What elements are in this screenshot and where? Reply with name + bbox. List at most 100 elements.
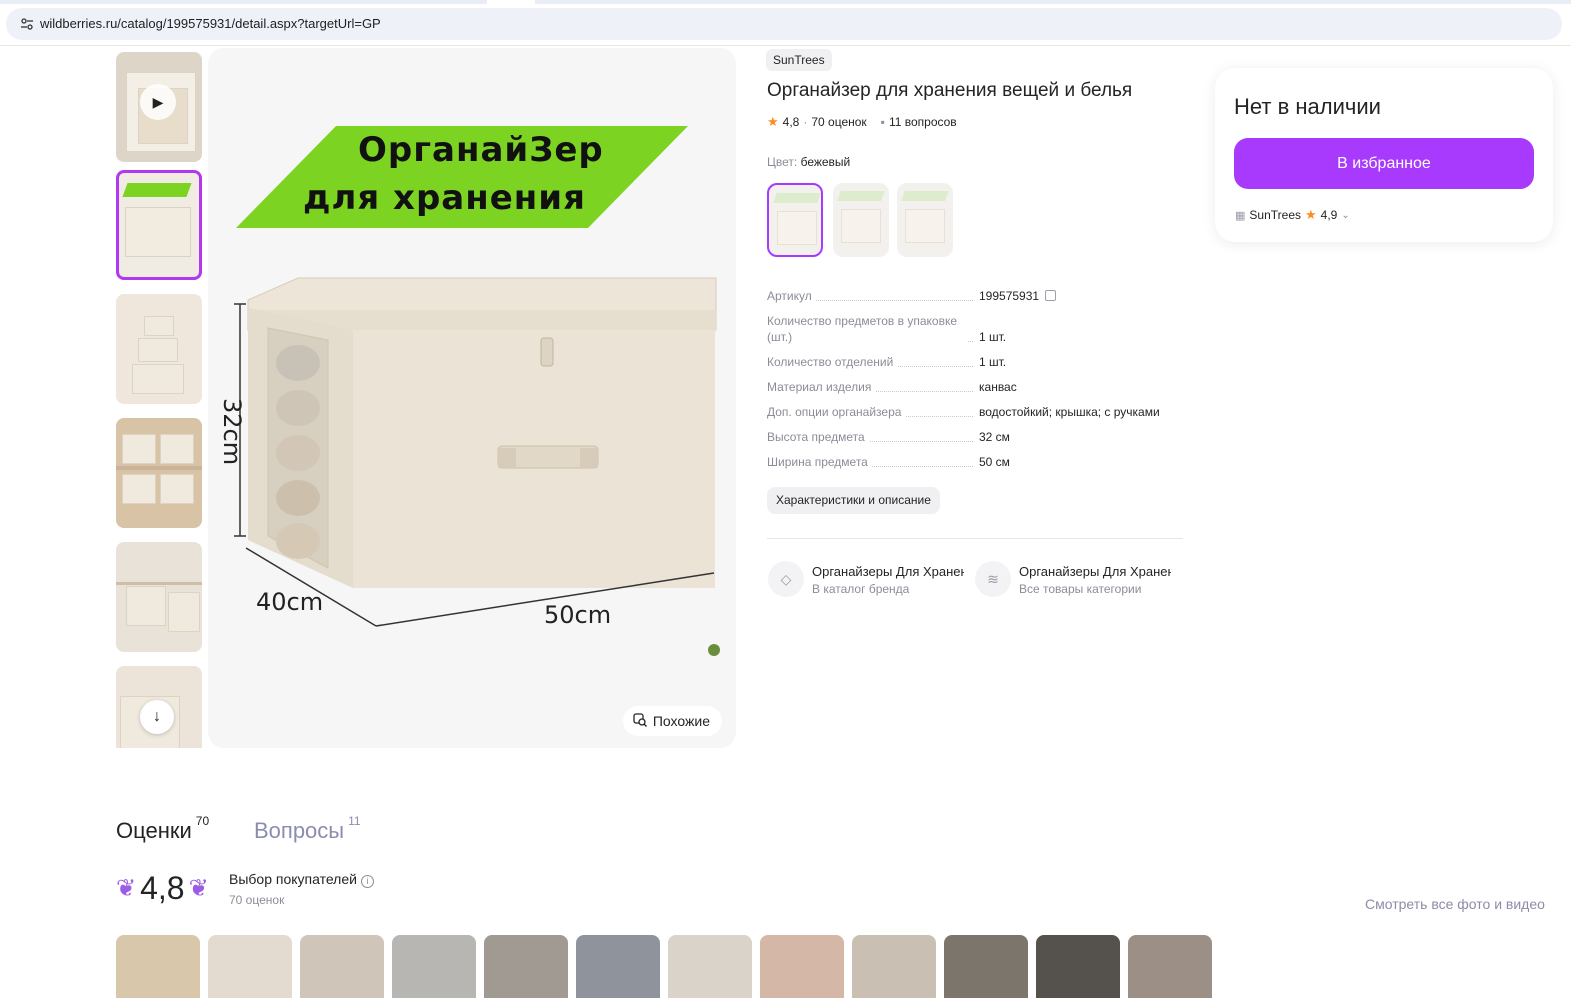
thumbnail-video[interactable]: ▶	[116, 52, 202, 162]
rating-row: ★ 4,8 · 70 оценок ▪ 11 вопросов	[767, 114, 957, 130]
review-photo[interactable]	[944, 935, 1028, 998]
spec-value: 50 см	[979, 455, 1010, 469]
browser-toolbar: wildberries.ru/catalog/199575931/detail.…	[0, 0, 1571, 46]
review-photo[interactable]	[300, 935, 384, 998]
search-similar-icon	[633, 713, 647, 727]
review-photo[interactable]	[116, 935, 200, 998]
laurel-left-icon: ❦	[116, 874, 137, 902]
category-link[interactable]: ≋ Органайзеры Для Хранения Все товары ка…	[975, 559, 1175, 601]
rating-summary: ❦ 4,8 ❦	[116, 866, 209, 910]
category-link-subtitle: Все товары категории	[1019, 582, 1142, 596]
ratings-count: 70 оценок	[229, 893, 285, 907]
see-all-media-link[interactable]: Смотреть все фото и видео	[1365, 896, 1545, 912]
tab-reviews-count: 70	[195, 814, 210, 828]
dimension-depth: 40cm	[256, 588, 324, 616]
arrow-down-icon[interactable]: ↓	[140, 700, 174, 734]
star-icon: ★	[1305, 207, 1317, 222]
tag-icon: ◇	[768, 561, 804, 597]
similar-label: Похожие	[652, 713, 710, 729]
description-button[interactable]: Характеристики и описание	[767, 487, 940, 514]
separator-dot: ·	[803, 115, 808, 129]
tab-questions[interactable]: Вопросы 11	[254, 814, 361, 844]
spec-key: Артикул	[767, 288, 816, 304]
spec-value: канвас	[979, 380, 1017, 394]
info-icon[interactable]: i	[360, 875, 374, 888]
color-key: Цвет:	[767, 155, 798, 169]
review-photo[interactable]	[392, 935, 476, 998]
availability-status: Нет в наличии	[1234, 94, 1381, 119]
spec-value: 199575931	[979, 288, 1057, 304]
review-photo[interactable]	[1128, 935, 1212, 998]
similar-button[interactable]: Похожие	[622, 706, 722, 736]
color-value: бежевый	[800, 155, 851, 169]
article-number[interactable]: 199575931	[979, 289, 1039, 303]
color-swatch-2[interactable]	[833, 183, 889, 257]
layers-icon: ≋	[975, 561, 1011, 597]
dimension-width: 50cm	[544, 601, 612, 629]
review-photo[interactable]	[484, 935, 568, 998]
chevron-down-icon[interactable]: ⌄	[1341, 210, 1349, 221]
thumbnail-6[interactable]: ↓	[116, 666, 202, 748]
spec-key: Количество предметов в упаковке (шт.)	[767, 313, 967, 345]
spec-key: Ширина предмета	[767, 454, 872, 470]
spec-key: Доп. опции органайзера	[767, 404, 906, 420]
review-photo[interactable]	[760, 935, 844, 998]
spec-value: 32 см	[979, 430, 1010, 444]
review-photo[interactable]	[1036, 935, 1120, 998]
seller-name[interactable]: SunTrees	[1249, 208, 1301, 222]
reviews-count[interactable]: 70 оценок	[811, 115, 866, 129]
brand-chip[interactable]: SunTrees	[766, 49, 832, 71]
review-photos	[116, 935, 1212, 998]
tab-questions-count: 11	[348, 814, 361, 828]
star-icon: ★	[767, 114, 779, 129]
buyers-choice-label: Выбор покупателей	[229, 871, 357, 887]
laurel-right-icon: ❦	[188, 874, 209, 902]
thumbnail-4[interactable]	[116, 418, 202, 528]
product-title: Органайзер для хранения вещей и белья	[767, 80, 1133, 101]
spec-value: 1 шт.	[979, 330, 1007, 344]
overall-rating: 4,8	[140, 869, 185, 906]
questions-count[interactable]: 11 вопросов	[889, 115, 957, 129]
spec-key: Количество отделений	[767, 354, 898, 370]
brand-link-title: Органайзеры Для Хранения	[812, 564, 964, 579]
thumbnail-list: ▶ ↓	[116, 48, 202, 748]
copy-icon[interactable]	[1045, 290, 1057, 301]
seller-info[interactable]: ▦ SunTrees ★ 4,9 ⌄	[1235, 207, 1350, 223]
product-main-image[interactable]: ОрганайЗер для хранения 32cm 40cm 50cm П…	[208, 48, 736, 748]
tab-strip	[0, 0, 1571, 4]
spec-value: 1 шт.	[979, 355, 1007, 369]
divider	[767, 538, 1183, 539]
buyers-choice-badge: Выбор покупателей i	[229, 871, 374, 888]
review-photo[interactable]	[208, 935, 292, 998]
shop-icon: ▦	[1235, 209, 1246, 222]
play-icon[interactable]: ▶	[140, 84, 176, 120]
thumbnail-3[interactable]	[116, 294, 202, 404]
tab-reviews[interactable]: Оценки 70	[116, 814, 209, 844]
seller-rating: 4,9	[1320, 208, 1338, 222]
color-swatch-1[interactable]	[767, 183, 823, 257]
product-rating[interactable]: 4,8	[783, 115, 800, 129]
url-text[interactable]: wildberries.ru/catalog/199575931/detail.…	[40, 16, 381, 31]
spec-key: Материал изделия	[767, 379, 876, 395]
review-photo[interactable]	[576, 935, 660, 998]
thumbnail-5[interactable]	[116, 542, 202, 652]
brand-catalog-link[interactable]: ◇ Органайзеры Для Хранения В каталог бре…	[768, 559, 968, 601]
buy-card: Нет в наличии В избранное ▦ SunTrees ★ 4…	[1215, 68, 1553, 242]
category-link-title: Органайзеры Для Хранения	[1019, 564, 1171, 579]
spec-key: Высота предмета	[767, 429, 869, 445]
brand-link-subtitle: В каталог бренда	[812, 582, 910, 596]
color-swatch-3[interactable]	[897, 183, 953, 257]
review-photo[interactable]	[852, 935, 936, 998]
spec-value: водостойкий; крышка; с ручками	[979, 405, 1160, 419]
add-to-favorites-button[interactable]: В избранное	[1234, 138, 1534, 189]
product-box-illustration	[234, 277, 720, 656]
questions-icon: ▪	[880, 115, 885, 129]
review-photo[interactable]	[668, 935, 752, 998]
tab-reviews-label: Оценки	[116, 818, 192, 843]
thumbnail-2[interactable]	[116, 170, 202, 280]
color-label: Цвет: бежевый	[767, 155, 850, 169]
site-settings-icon[interactable]	[20, 17, 34, 31]
dimension-height: 32cm	[218, 398, 246, 466]
tab-questions-label: Вопросы	[254, 818, 345, 843]
address-bar[interactable]: wildberries.ru/catalog/199575931/detail.…	[6, 8, 1562, 40]
